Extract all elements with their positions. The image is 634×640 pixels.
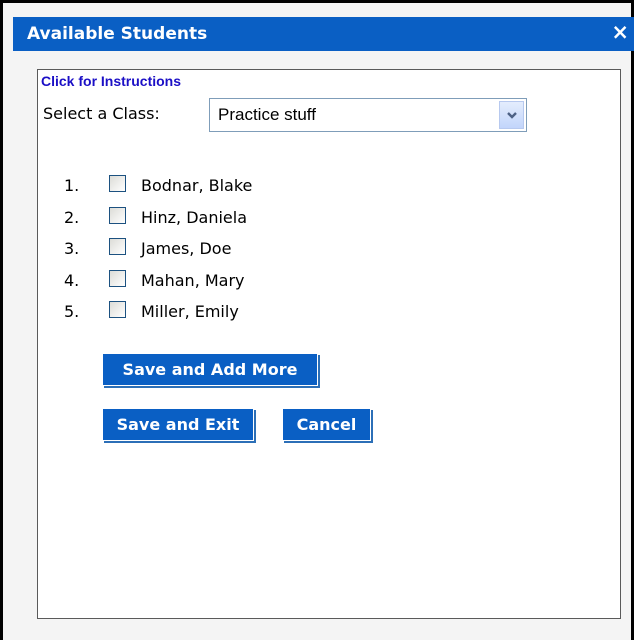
- class-select-label: Select a Class:: [43, 104, 160, 123]
- dialog-content-panel: Click for Instructions Select a Class: P…: [37, 69, 621, 619]
- student-name: Hinz, Daniela: [141, 207, 247, 227]
- class-select[interactable]: Practice stuff: [209, 98, 527, 132]
- class-select-value: Practice stuff: [218, 105, 316, 124]
- save-and-add-more-button[interactable]: Save and Add More: [102, 353, 318, 386]
- available-students-dialog: Available Students × Click for Instructi…: [0, 0, 634, 640]
- cancel-button[interactable]: Cancel: [282, 408, 371, 441]
- student-name: Bodnar, Blake: [141, 176, 253, 195]
- student-row: 4. Mahan, Mary: [64, 265, 364, 297]
- student-name: Miller, Emily: [141, 302, 239, 321]
- instructions-link[interactable]: Click for Instructions: [41, 73, 181, 89]
- student-list: 1. Bodnar, Blake 2. Hinz, Daniela 3. Jam…: [64, 170, 364, 328]
- student-row: 5. Miller, Emily: [64, 296, 364, 328]
- dialog-title: Available Students: [27, 24, 208, 44]
- student-row: 3. James, Doe: [64, 233, 364, 265]
- student-row: 2. Hinz, Daniela: [64, 202, 364, 234]
- student-checkbox[interactable]: [109, 301, 126, 318]
- close-icon[interactable]: ×: [611, 20, 629, 44]
- student-number: 3.: [64, 239, 80, 258]
- student-checkbox[interactable]: [109, 269, 126, 287]
- student-number: 4.: [64, 270, 80, 290]
- student-checkbox[interactable]: [109, 206, 126, 224]
- chevron-down-icon[interactable]: [499, 101, 524, 129]
- student-number: 2.: [64, 207, 80, 227]
- student-number: 5.: [64, 302, 80, 321]
- dialog-titlebar: Available Students ×: [13, 17, 634, 51]
- student-name: James, Doe: [141, 239, 232, 258]
- student-checkbox[interactable]: [109, 238, 126, 255]
- student-number: 1.: [64, 176, 80, 195]
- student-row: 1. Bodnar, Blake: [64, 170, 364, 202]
- save-and-exit-button[interactable]: Save and Exit: [102, 408, 254, 441]
- student-checkbox[interactable]: [109, 175, 126, 192]
- student-name: Mahan, Mary: [141, 270, 245, 290]
